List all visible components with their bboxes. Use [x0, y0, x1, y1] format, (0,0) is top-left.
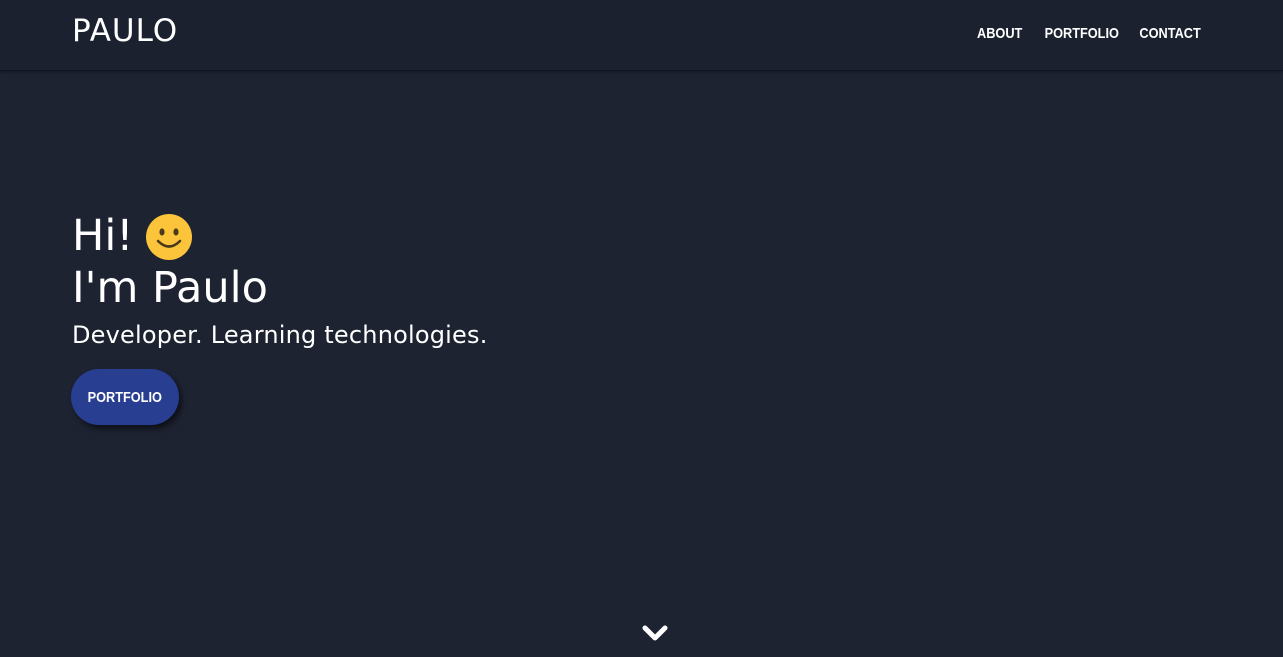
portfolio-button[interactable]: PORTFOLIO	[71, 369, 179, 425]
brand-logo[interactable]: PAULO	[72, 13, 178, 49]
portfolio-button-label: PORTFOLIO	[87, 388, 163, 406]
hero-section: Hi! I'm Paulo Developer. Learning techno…	[72, 210, 488, 350]
hero-greeting-line: Hi!	[72, 210, 488, 262]
hero-greeting: Hi!	[72, 211, 134, 261]
nav-link-portfolio[interactable]: PORTFOLIO	[1045, 24, 1119, 44]
nav-links: ABOUT PORTFOLIO CONTACT	[973, 24, 1206, 44]
smiley-face-icon	[145, 214, 192, 260]
chevron-down-icon[interactable]	[642, 624, 668, 644]
navbar: PAULO ABOUT PORTFOLIO CONTACT	[0, 0, 1283, 71]
hero-name: I'm Paulo	[72, 263, 268, 313]
nav-link-contact[interactable]: CONTACT	[1139, 24, 1200, 44]
nav-link-about[interactable]: ABOUT	[977, 24, 1022, 44]
hero-tagline: Developer. Learning technologies.	[72, 321, 488, 349]
